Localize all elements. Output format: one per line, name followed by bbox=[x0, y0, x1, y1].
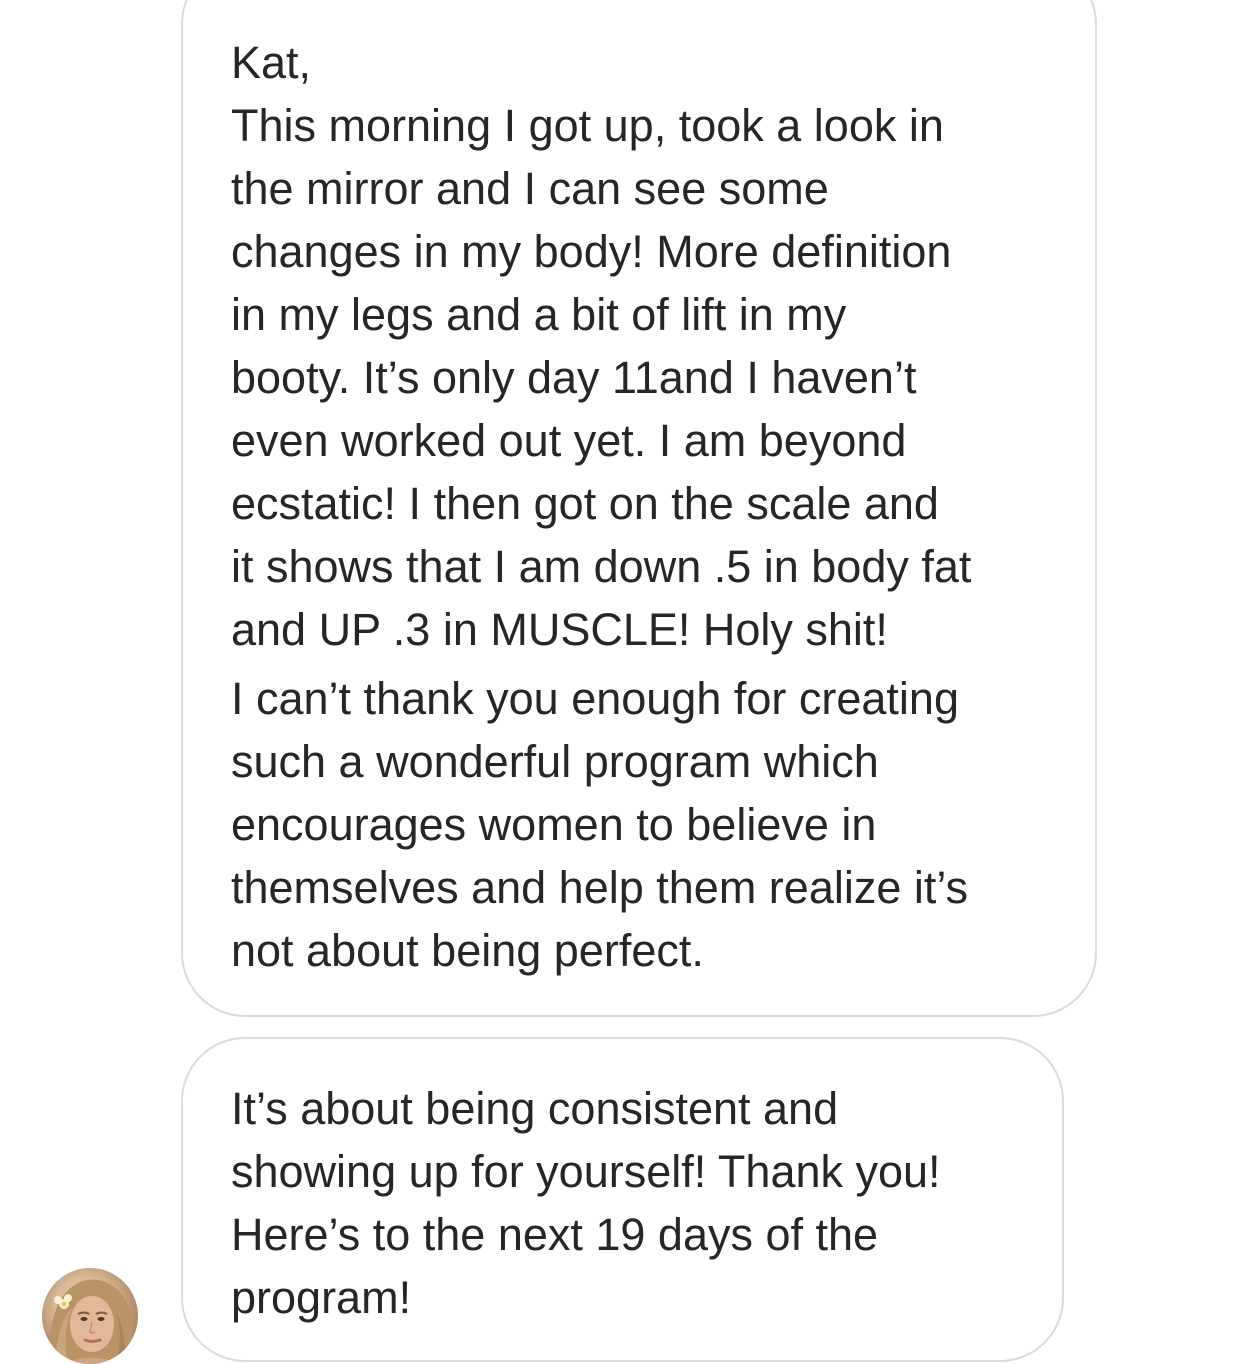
message-line: in my legs and a bit of lift in my bbox=[231, 289, 847, 340]
message-line: This morning I got up, took a look in bbox=[231, 100, 944, 151]
message-line: Kat, bbox=[231, 37, 312, 88]
message-line: showing up for yourself! Thank you! bbox=[231, 1146, 941, 1197]
message-line: such a wonderful program which bbox=[231, 736, 879, 787]
message-line: ecstatic! I then got on the scale and bbox=[231, 478, 939, 529]
message-line: themselves and help them realize it’s bbox=[231, 862, 969, 913]
message-thread: Kat, This morning I got up, took a look … bbox=[0, 0, 1242, 1364]
message-line: booty. It’s only day 11and I haven’t bbox=[231, 352, 917, 403]
message-line: the mirror and I can see some bbox=[231, 163, 829, 214]
message-line: Here’s to the next 19 days of the bbox=[231, 1209, 879, 1260]
profile-photo-icon bbox=[49, 1279, 134, 1364]
message-line: program! bbox=[231, 1272, 412, 1323]
message-line: not about being perfect. bbox=[231, 925, 704, 976]
message-line: encourages women to believe in bbox=[231, 799, 877, 850]
message-line: It’s about being consistent and bbox=[231, 1083, 839, 1134]
message-line: changes in my body! More definition bbox=[231, 226, 952, 277]
message-line: even worked out yet. I am beyond bbox=[231, 415, 907, 466]
message-bubble[interactable]: Kat, This morning I got up, took a look … bbox=[181, 0, 1097, 1017]
message-line: it shows that I am down .5 in body fat bbox=[231, 541, 972, 592]
message-line: and UP .3 in MUSCLE! Holy shit! bbox=[231, 604, 888, 655]
message-line: I can’t thank you enough for creating bbox=[231, 673, 959, 724]
message-bubble[interactable]: It’s about being consistent and showing … bbox=[181, 1037, 1064, 1362]
sender-avatar[interactable] bbox=[42, 1268, 138, 1364]
